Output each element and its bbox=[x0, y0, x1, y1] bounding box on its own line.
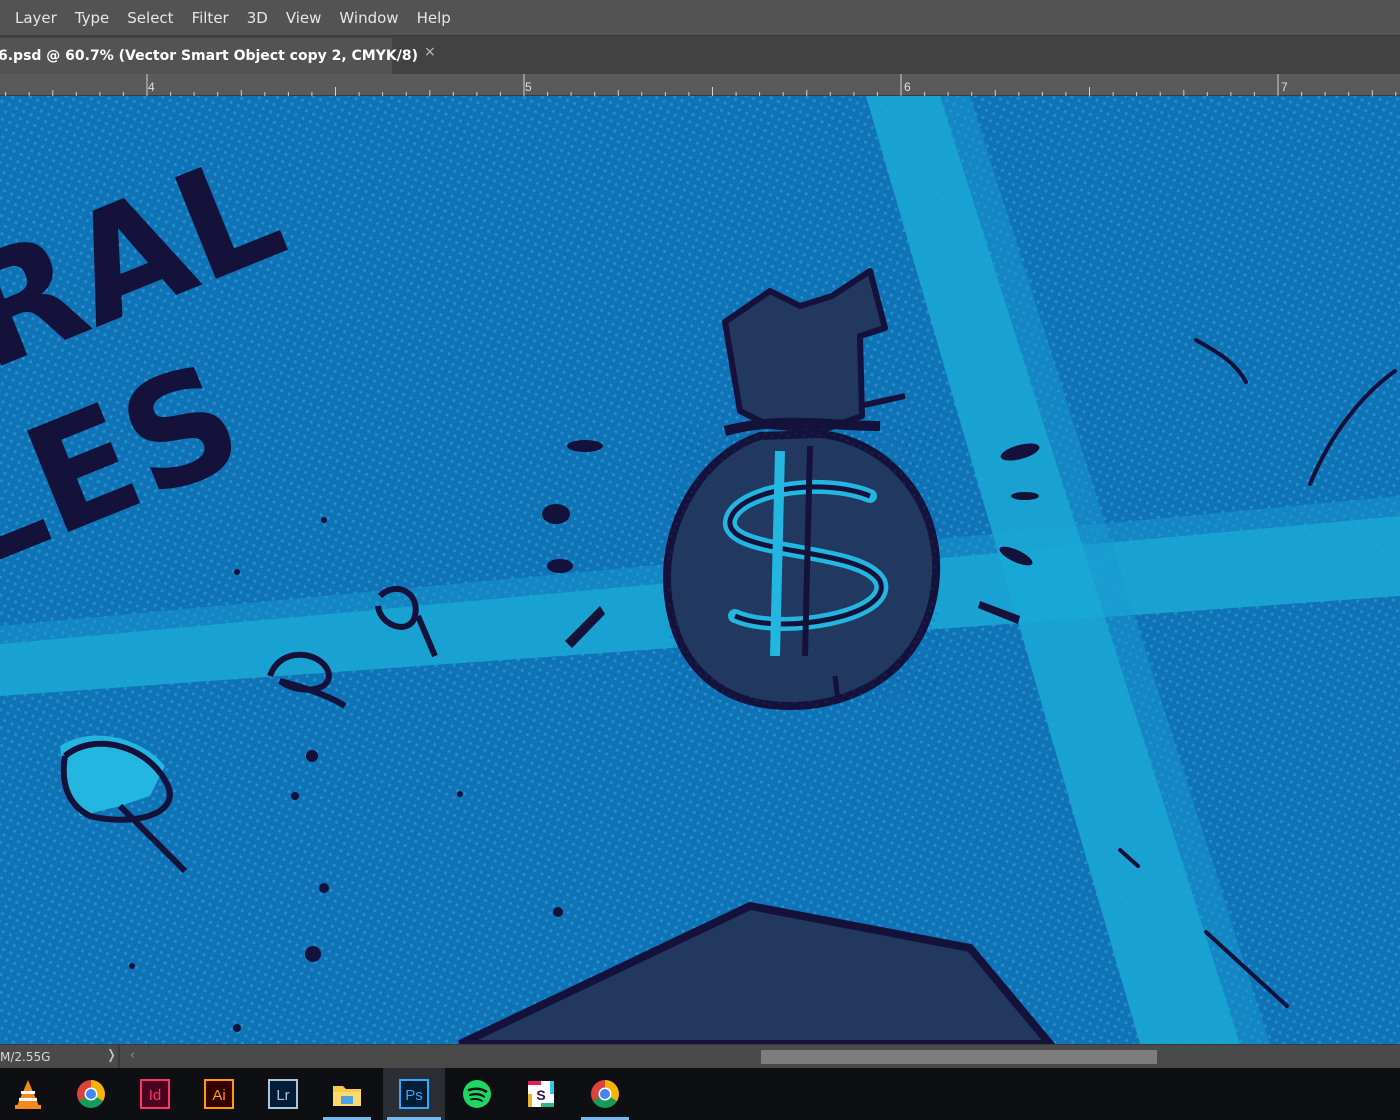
ruler-ticks: 4 5 6 7 bbox=[5, 74, 1397, 96]
spotify-icon bbox=[463, 1080, 491, 1108]
menu-3d[interactable]: 3D bbox=[238, 0, 277, 36]
horizontal-ruler[interactable]: 4 5 6 7 bbox=[0, 74, 1400, 96]
windows-taskbar: Id Ai Lr Ps S bbox=[0, 1068, 1400, 1120]
menu-window[interactable]: Window bbox=[330, 0, 407, 36]
menu-view[interactable]: View bbox=[277, 0, 331, 36]
document-size-readout[interactable]: M/2.55G bbox=[0, 1050, 50, 1064]
ruler-label-6: 6 bbox=[904, 80, 911, 94]
photoshop-icon: Ps bbox=[399, 1079, 429, 1109]
status-bar: M/2.55G ❭ ‹ bbox=[0, 1044, 1400, 1069]
horizontal-scrollbar-thumb[interactable] bbox=[761, 1050, 1157, 1064]
status-menu-arrow-icon[interactable]: ❭ bbox=[106, 1048, 117, 1063]
menu-bar: Layer Type Select Filter 3D View Window … bbox=[0, 0, 1400, 36]
document-tab-bar: 6.psd @ 60.7% (Vector Smart Object copy … bbox=[0, 36, 1400, 74]
menu-select[interactable]: Select bbox=[118, 0, 182, 36]
taskbar-indesign[interactable]: Id bbox=[127, 1068, 183, 1120]
photoshop-label: Ps bbox=[405, 1087, 423, 1104]
taskbar-file-explorer[interactable] bbox=[319, 1068, 375, 1120]
indesign-label: Id bbox=[149, 1087, 162, 1104]
lightroom-label: Lr bbox=[276, 1087, 289, 1104]
lightroom-icon: Lr bbox=[268, 1079, 298, 1109]
document-tab-title: 6.psd @ 60.7% (Vector Smart Object copy … bbox=[0, 48, 418, 64]
menu-help[interactable]: Help bbox=[408, 0, 460, 36]
taskbar-photoshop[interactable]: Ps bbox=[383, 1068, 445, 1120]
artwork: RAL LES bbox=[0, 96, 1400, 1044]
document-canvas[interactable]: RAL LES bbox=[0, 96, 1400, 1044]
vlc-icon bbox=[15, 1080, 41, 1109]
folder-icon bbox=[333, 1086, 361, 1106]
chrome-icon bbox=[77, 1080, 105, 1108]
close-icon[interactable]: × bbox=[424, 34, 436, 70]
document-tab[interactable]: 6.psd @ 60.7% (Vector Smart Object copy … bbox=[0, 38, 436, 74]
taskbar-slack[interactable]: S bbox=[513, 1068, 569, 1120]
ruler-label-5: 5 bbox=[525, 80, 532, 94]
chrome-icon bbox=[591, 1080, 619, 1108]
illustrator-icon: Ai bbox=[204, 1079, 234, 1109]
taskbar-illustrator[interactable]: Ai bbox=[191, 1068, 247, 1120]
taskbar-chrome-1[interactable] bbox=[63, 1068, 119, 1120]
ruler-label-4: 4 bbox=[148, 80, 155, 94]
status-divider bbox=[118, 1045, 120, 1069]
taskbar-spotify[interactable] bbox=[449, 1068, 505, 1120]
taskbar-vlc[interactable] bbox=[0, 1068, 56, 1120]
scroll-left-icon[interactable]: ‹ bbox=[130, 1048, 135, 1063]
taskbar-lightroom[interactable]: Lr bbox=[255, 1068, 311, 1120]
indesign-icon: Id bbox=[140, 1079, 170, 1109]
illustrator-label: Ai bbox=[212, 1087, 225, 1104]
slack-icon: S bbox=[528, 1081, 554, 1107]
menu-layer[interactable]: Layer bbox=[6, 0, 66, 36]
taskbar-chrome-2[interactable] bbox=[577, 1068, 633, 1120]
slack-label: S bbox=[536, 1087, 545, 1103]
menu-type[interactable]: Type bbox=[66, 0, 118, 36]
ruler-label-7: 7 bbox=[1281, 80, 1288, 94]
menu-filter[interactable]: Filter bbox=[183, 0, 238, 36]
